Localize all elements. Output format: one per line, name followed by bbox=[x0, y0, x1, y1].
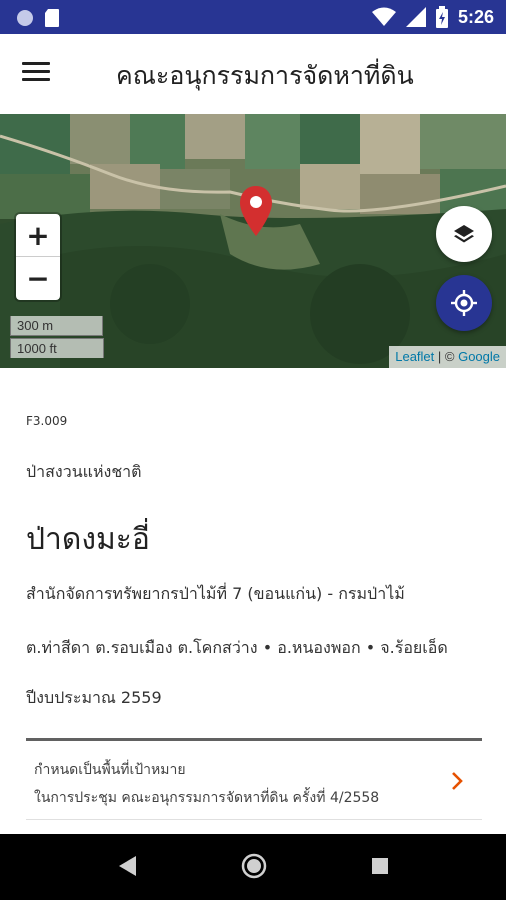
area-type: ป่าสงวนแห่งชาติ bbox=[26, 462, 142, 481]
system-nav-bar bbox=[0, 834, 506, 900]
meeting-card[interactable]: กำหนดเป็นพื้นที่เป้าหมาย ในการประชุม คณะ… bbox=[26, 738, 482, 820]
home-circle-icon[interactable] bbox=[240, 852, 268, 880]
recents-square-icon[interactable] bbox=[370, 856, 390, 876]
app-bar: คณะอนุกรรมการจัดหาที่ดิน bbox=[0, 34, 506, 114]
leaflet-link[interactable]: Leaflet bbox=[395, 349, 434, 364]
my-location-icon bbox=[451, 290, 477, 316]
google-link[interactable]: Google bbox=[458, 349, 500, 364]
hamburger-menu-icon[interactable] bbox=[22, 62, 50, 86]
area-location: ต.ท่าสีดา ต.รอบเมือง ต.โคกสว่าง • อ.หนอง… bbox=[26, 638, 448, 657]
meeting-card-title: กำหนดเป็นพื้นที่เป้าหมาย bbox=[34, 762, 186, 778]
area-name: ป่าดงมะอี่ bbox=[26, 522, 150, 557]
wifi-icon bbox=[371, 7, 396, 26]
my-location-button[interactable] bbox=[436, 275, 492, 331]
zoom-in-button[interactable]: + bbox=[16, 214, 60, 257]
chevron-right-icon bbox=[452, 772, 463, 790]
scale-metric: 300 m bbox=[10, 316, 103, 336]
status-bar: 5:26 bbox=[0, 0, 506, 34]
map-view[interactable]: + − 300 m 1000 ft Leaflet | © Google bbox=[0, 114, 506, 368]
status-left-icons bbox=[16, 8, 60, 28]
battery-icon bbox=[435, 6, 448, 28]
app-title: คณะอนุกรรมการจัดหาที่ดิน bbox=[116, 62, 414, 90]
zoom-control: + − bbox=[16, 214, 60, 300]
layers-icon bbox=[454, 225, 474, 243]
meeting-card-subtitle: ในการประชุม คณะอนุกรรมการจัดหาที่ดิน ครั… bbox=[34, 790, 380, 806]
back-triangle-icon[interactable] bbox=[116, 854, 138, 878]
layers-button[interactable] bbox=[436, 206, 492, 262]
status-right-icons: 5:26 bbox=[371, 6, 494, 28]
status-time: 5:26 bbox=[457, 6, 494, 27]
zoom-out-button[interactable]: − bbox=[16, 257, 60, 300]
area-agency: สำนักจัดการทรัพยากรป่าไม้ที่ 7 (ขอนแก่น)… bbox=[26, 584, 405, 603]
attribution-separator: | © bbox=[434, 349, 459, 364]
area-budget-year: ปีงบประมาณ 2559 bbox=[26, 688, 162, 707]
map-attribution: Leaflet | © Google bbox=[389, 346, 506, 368]
sd-card-icon bbox=[45, 9, 59, 27]
scale-imperial: 1000 ft bbox=[10, 338, 104, 358]
signal-icon bbox=[405, 7, 426, 27]
map-marker-icon[interactable] bbox=[238, 184, 274, 238]
area-code: F3.009 bbox=[26, 414, 68, 428]
circle-status-icon bbox=[17, 10, 33, 26]
